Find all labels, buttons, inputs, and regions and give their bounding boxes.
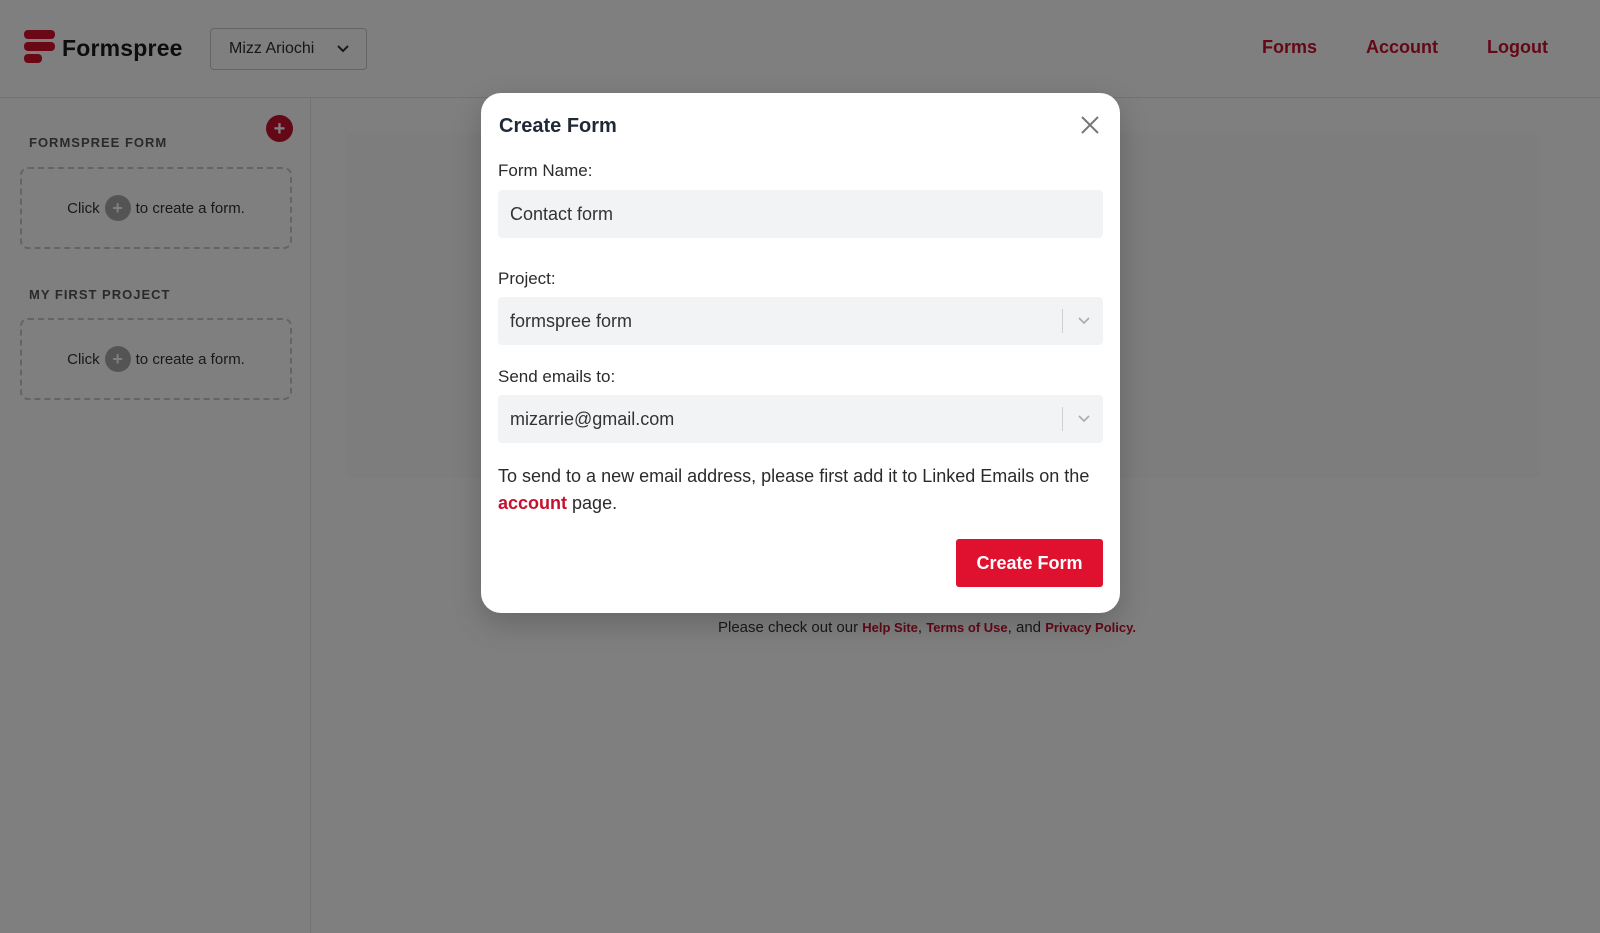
send-emails-select[interactable]: mizarrie@gmail.com — [498, 395, 1103, 443]
chevron-down-icon — [1078, 317, 1090, 325]
chevron-down-icon — [1078, 415, 1090, 423]
form-name-input[interactable] — [498, 190, 1103, 238]
help-prefix: To send to a new email address, please f… — [498, 466, 1090, 486]
project-select[interactable]: formspree form — [498, 297, 1103, 345]
select-separator — [1062, 407, 1063, 431]
send-emails-value: mizarrie@gmail.com — [510, 408, 675, 429]
send-emails-label: Send emails to: — [498, 367, 616, 386]
select-separator — [1062, 309, 1063, 333]
project-select-value: formspree form — [510, 310, 633, 331]
account-link[interactable]: account — [498, 493, 567, 513]
modal-title: Create Form — [499, 115, 617, 137]
create-form-button[interactable]: Create Form — [956, 539, 1103, 587]
form-name-label: Form Name: — [498, 161, 593, 180]
close-icon[interactable] — [1078, 113, 1102, 137]
project-label: Project: — [498, 269, 556, 288]
create-form-modal: Create Form Form Name: Project: formspre… — [481, 93, 1120, 613]
help-suffix: page. — [572, 493, 618, 513]
linked-emails-help: To send to a new email address, please f… — [498, 463, 1103, 517]
